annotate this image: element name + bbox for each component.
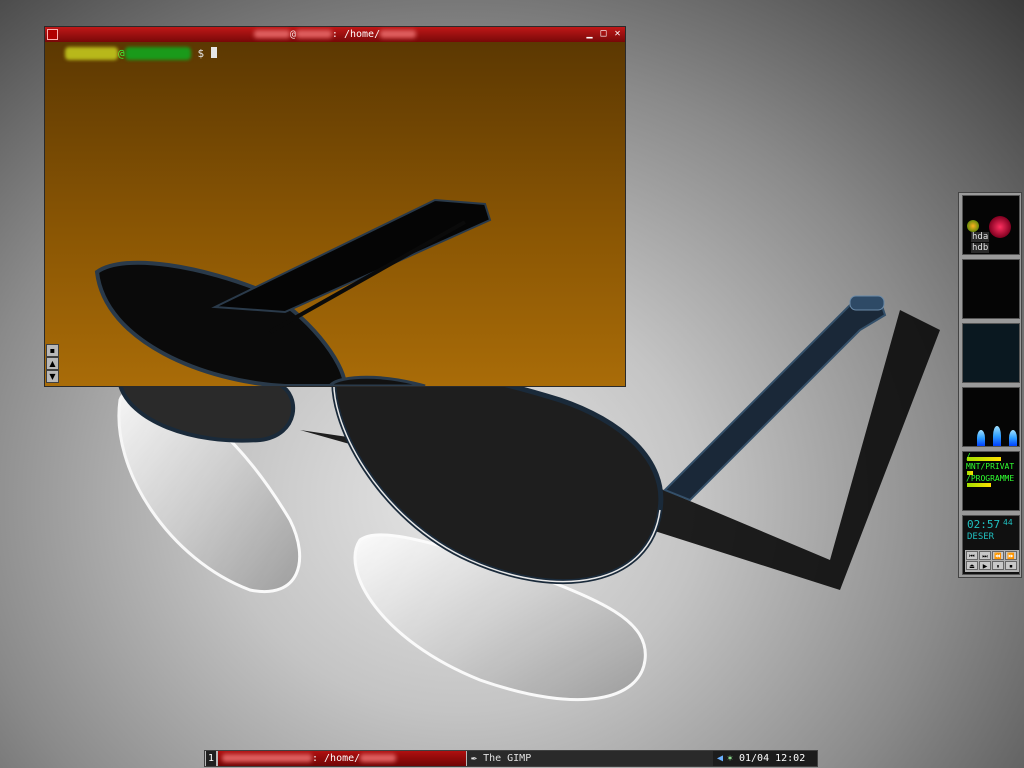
system-tray: ◀ ✶ 01/04 12:02 <box>713 751 817 766</box>
clock: 01/04 12:02 <box>739 753 806 764</box>
mount-privat: MNT/PRIVAT <box>966 462 1015 471</box>
mount-usage-bar <box>967 483 991 487</box>
prompt-username: xxxxxxxx <box>65 47 118 60</box>
scroll-down-button[interactable]: ▼ <box>46 370 59 383</box>
task-button-gimp[interactable]: ✒ The GIMP <box>467 751 713 766</box>
flame-icon <box>993 426 1001 446</box>
terminal-background-glasses <box>94 198 492 386</box>
prompt-hostname: xxxxxxxxxx <box>124 47 191 60</box>
player-track: DESER <box>967 532 995 542</box>
title-path: : /home/ <box>331 29 381 40</box>
prompt-symbol: $ <box>197 47 205 60</box>
disk-led-hdb <box>989 216 1011 238</box>
blank-dockapp[interactable] <box>962 259 1020 319</box>
maximize-button[interactable]: □ <box>598 29 609 40</box>
gimp-icon: ✒ <box>471 753 478 764</box>
fast-forward-icon[interactable]: ⏩ <box>1005 551 1017 560</box>
workspace-indicator[interactable]: 1 <box>206 751 216 766</box>
task-label: : /home/ <box>312 753 361 764</box>
blurred-homedir <box>380 30 417 38</box>
mount-usage-bar <box>967 457 1001 461</box>
prompt-at: @ <box>117 47 125 60</box>
text-cursor <box>210 47 217 58</box>
terminal-body[interactable]: xxxxxxxx@xxxxxxxxxx $ ▪ ▲ ▼ <box>45 42 625 386</box>
scroll-up-button[interactable]: ▲ <box>46 357 59 370</box>
terminal-window[interactable]: @: /home/ ▁ □ ✕ xxxxxxxx@xxxxxxxxxx $ ▪ … <box>44 26 626 387</box>
task-button-terminal[interactable]: : /home/ <box>218 751 466 766</box>
blurred-username <box>253 30 290 38</box>
mount-monitor-dockapp[interactable]: / MNT/PRIVAT /PROGRAMME <box>962 451 1020 511</box>
eject-icon[interactable]: ⏏ <box>966 561 978 570</box>
disk-activity-dockapp[interactable]: hda hdb <box>962 195 1020 255</box>
pause-icon[interactable]: ⏸ <box>992 561 1004 570</box>
media-player-dockapp[interactable]: 02:57 44 DESER ⏮ ⏭ ⏪ ⏩ ⏏ ▶ ⏸ ⏹ <box>962 515 1020 575</box>
flame-icon <box>977 430 985 446</box>
network-icon[interactable]: ✶ <box>727 751 733 766</box>
flame-dockapp[interactable] <box>962 387 1020 447</box>
scrollbar-square-button[interactable]: ▪ <box>46 344 59 357</box>
play-icon[interactable]: ▶ <box>979 561 991 570</box>
close-button[interactable]: ✕ <box>612 29 623 40</box>
flame-icon <box>1009 430 1017 446</box>
mount-programme: /PROGRAMME <box>966 474 1015 483</box>
rewind-icon[interactable]: ⏪ <box>992 551 1004 560</box>
disk-led-hda <box>967 220 979 232</box>
disk-label-hda: hda <box>971 232 990 242</box>
desktop: @: /home/ ▁ □ ✕ xxxxxxxx@xxxxxxxxxx $ ▪ … <box>0 0 1024 768</box>
blurred-task-user <box>222 754 312 762</box>
blurred-task-dir <box>360 754 397 762</box>
task-label: The GIMP <box>483 753 532 764</box>
next-track-icon[interactable]: ⏭ <box>979 551 991 560</box>
player-controls: ⏮ ⏭ ⏪ ⏩ ⏏ ▶ ⏸ ⏹ <box>965 550 1019 572</box>
blurred-hostname <box>295 30 332 38</box>
dark-dockapp[interactable] <box>962 323 1020 383</box>
minimize-button[interactable]: ▁ <box>584 29 595 40</box>
player-time: 02:57 <box>967 518 1001 531</box>
terminal-scrollbar[interactable]: ▪ ▲ ▼ <box>46 344 59 383</box>
disk-label-hdb: hdb <box>971 243 990 253</box>
prev-track-icon[interactable]: ⏮ <box>966 551 978 560</box>
stop-icon[interactable]: ⏹ <box>1005 561 1017 570</box>
volume-icon[interactable]: ◀ <box>717 751 723 766</box>
player-seconds: 44 <box>1003 518 1013 527</box>
terminal-prompt-line: xxxxxxxx@xxxxxxxxxx $ <box>65 47 217 60</box>
dockapp-panel: hda hdb / MNT/PRIVAT /PROGRAMME 02:57 44… <box>958 192 1022 578</box>
terminal-titlebar[interactable]: @: /home/ ▁ □ ✕ <box>45 27 625 42</box>
taskbar: 1 : /home/ ✒ The GIMP ◀ ✶ 01/04 12:02 <box>204 750 818 767</box>
window-menu-icon[interactable] <box>47 29 58 40</box>
